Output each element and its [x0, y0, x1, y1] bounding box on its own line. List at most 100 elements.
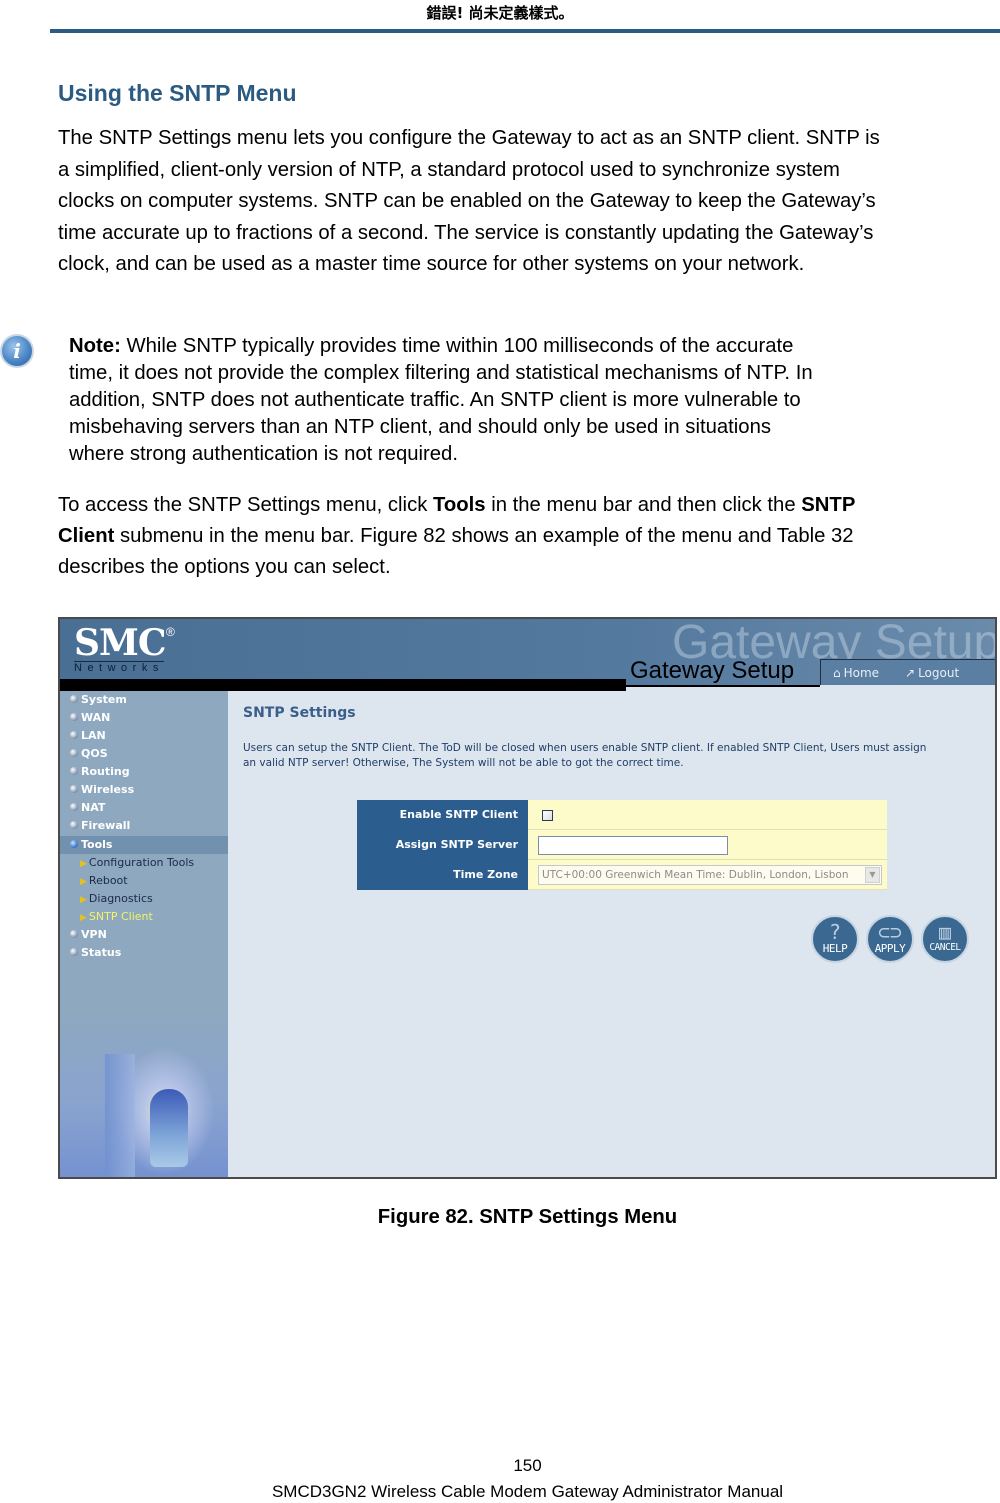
photo-person: [150, 1089, 188, 1167]
home-icon: ⌂: [833, 666, 841, 680]
cancel-icon: ▥: [938, 920, 952, 944]
note-text: While SNTP typically provides time withi…: [120, 335, 794, 357]
menu-label: Status: [81, 946, 122, 959]
settings-form: Enable SNTP Client Assign SNTP Server Ti…: [357, 800, 887, 890]
note-block: Note: While SNTP typically provides time…: [69, 333, 969, 468]
logo-subtitle: Networks: [74, 662, 164, 674]
registered-mark: ®: [166, 625, 175, 639]
description-line: an valid NTP server! Otherwise, The Syst…: [243, 757, 684, 769]
logout-label: Logout: [918, 666, 960, 680]
cancel-button[interactable]: ▥ CANCEL: [921, 915, 969, 963]
access-line: describes the options you can select.: [58, 556, 391, 578]
apply-button[interactable]: ⊂⊃ APPLY: [866, 915, 914, 963]
menu-label: NAT: [81, 801, 106, 814]
submenu-item-reboot[interactable]: ▶ Reboot: [80, 872, 128, 890]
chevron-down-icon: ▼: [865, 867, 880, 883]
access-text: submenu in the menu bar. Figure 82 shows…: [114, 525, 854, 547]
content-description: Users can setup the SNTP Client. The ToD…: [243, 741, 983, 771]
enable-sntp-checkbox[interactable]: [542, 810, 553, 821]
bullet-icon: [70, 713, 78, 721]
page-number: 150: [513, 1456, 542, 1475]
time-zone-label: Time Zone: [357, 860, 528, 890]
top-nav: ⌂ Home ↗ Logout: [820, 659, 995, 685]
access-paragraph: To access the SNTP Settings menu, click …: [58, 490, 993, 583]
sntp-server-input[interactable]: [538, 836, 728, 855]
bullet-icon: [70, 767, 78, 775]
bullet-icon: [70, 803, 78, 811]
time-zone-value: UTC+00:00 Greenwich Mean Time: Dublin, L…: [542, 869, 849, 881]
sntp-settings-screenshot: Gateway Setup SMC ® Networks Gateway Set…: [58, 617, 997, 1179]
arrow-icon: ▶: [80, 859, 87, 869]
home-link[interactable]: ⌂ Home: [833, 666, 879, 680]
submenu-item-diagnostics[interactable]: ▶ Diagnostics: [80, 890, 153, 908]
enable-sntp-row: Enable SNTP Client: [357, 800, 887, 830]
header-rule: [50, 29, 1000, 33]
note-line: time, it does not provide the complex fi…: [69, 362, 813, 384]
access-line: To access the SNTP Settings menu, click …: [58, 490, 993, 521]
note-label: Note:: [69, 335, 121, 357]
time-zone-row: Time Zone UTC+00:00 Greenwich Mean Time:…: [357, 860, 887, 890]
bullet-icon: [70, 821, 78, 829]
menu-label: Wireless: [81, 783, 135, 796]
menu-item-status[interactable]: Status: [70, 944, 121, 962]
bullet-icon: [70, 840, 78, 848]
time-zone-cell: UTC+00:00 Greenwich Mean Time: Dublin, L…: [528, 860, 887, 890]
submenu-label: SNTP Client: [88, 910, 153, 923]
menu-item-wireless[interactable]: Wireless: [70, 781, 134, 799]
menu-label: Firewall: [81, 819, 131, 832]
intro-line: clocks on computer systems. SNTP can be …: [58, 190, 876, 212]
submenu-label: Diagnostics: [88, 892, 153, 905]
bullet-icon: [70, 749, 78, 757]
menu-item-lan[interactable]: LAN: [70, 727, 106, 745]
info-icon: i: [0, 334, 34, 368]
intro-paragraph: The SNTP Settings menu lets you configur…: [58, 123, 993, 281]
access-text: To access the SNTP Settings menu, click: [58, 494, 433, 516]
menu-item-routing[interactable]: Routing: [70, 763, 130, 781]
menu-item-tools[interactable]: Tools: [60, 836, 228, 854]
menu-label: Routing: [81, 765, 130, 778]
section-title: Using the SNTP Menu: [58, 80, 297, 106]
arrow-icon: ▶: [80, 913, 87, 923]
cancel-label: CANCEL: [929, 942, 961, 953]
bullet-icon: [70, 731, 78, 739]
bullet-icon: [70, 948, 78, 956]
menu-item-system[interactable]: System: [70, 691, 127, 709]
menu-item-firewall[interactable]: Firewall: [70, 817, 130, 835]
menu-item-qos[interactable]: QOS: [70, 745, 108, 763]
access-line: Client submenu in the menu bar. Figure 8…: [58, 521, 993, 552]
gateway-setup-title: Gateway Setup: [630, 657, 795, 684]
access-text: in the menu bar and then click the: [485, 494, 802, 516]
assign-server-label: Assign SNTP Server: [357, 830, 528, 860]
time-zone-select[interactable]: UTC+00:00 Greenwich Mean Time: Dublin, L…: [538, 865, 882, 885]
submenu-item-configuration-tools[interactable]: ▶ Configuration Tools: [80, 854, 194, 872]
running-header: 錯誤! 尚未定義樣式。: [426, 4, 574, 22]
enable-sntp-label: Enable SNTP Client: [357, 800, 528, 830]
sntp-client-term: Client: [58, 525, 115, 547]
bullet-icon: [70, 785, 78, 793]
menu-label: LAN: [81, 729, 106, 742]
menu-item-vpn[interactable]: VPN: [70, 926, 107, 944]
menu-label: VPN: [81, 928, 107, 941]
menu-label: QOS: [81, 747, 108, 760]
apply-icon: ⊂⊃: [877, 920, 903, 944]
submenu-item-sntp-client[interactable]: ▶ SNTP Client: [80, 908, 153, 926]
logout-link[interactable]: ↗ Logout: [905, 666, 959, 680]
intro-line: The SNTP Settings menu lets you configur…: [58, 127, 880, 149]
smc-logo: SMC: [74, 622, 166, 664]
help-button[interactable]: ? HELP: [811, 915, 859, 963]
note-line: addition, SNTP does not authenticate tra…: [69, 389, 801, 411]
sidebar-photo: [60, 1009, 228, 1177]
logout-icon: ↗: [905, 666, 916, 680]
apply-label: APPLY: [874, 942, 906, 955]
note-line: where strong authentication is not requi…: [69, 443, 458, 465]
assign-server-row: Assign SNTP Server: [357, 830, 887, 860]
submenu-label: Configuration Tools: [88, 856, 195, 869]
description-line: Users can setup the SNTP Client. The ToD…: [243, 742, 927, 754]
banner-black-bar: [60, 679, 626, 691]
menu-item-nat[interactable]: NAT: [70, 799, 105, 817]
note-line: Note: While SNTP typically provides time…: [69, 333, 969, 360]
intro-line: clock, and can be used as a master time …: [58, 253, 805, 275]
content-title: SNTP Settings: [243, 705, 356, 721]
menu-item-wan[interactable]: WAN: [70, 709, 110, 727]
help-label: HELP: [822, 942, 848, 955]
